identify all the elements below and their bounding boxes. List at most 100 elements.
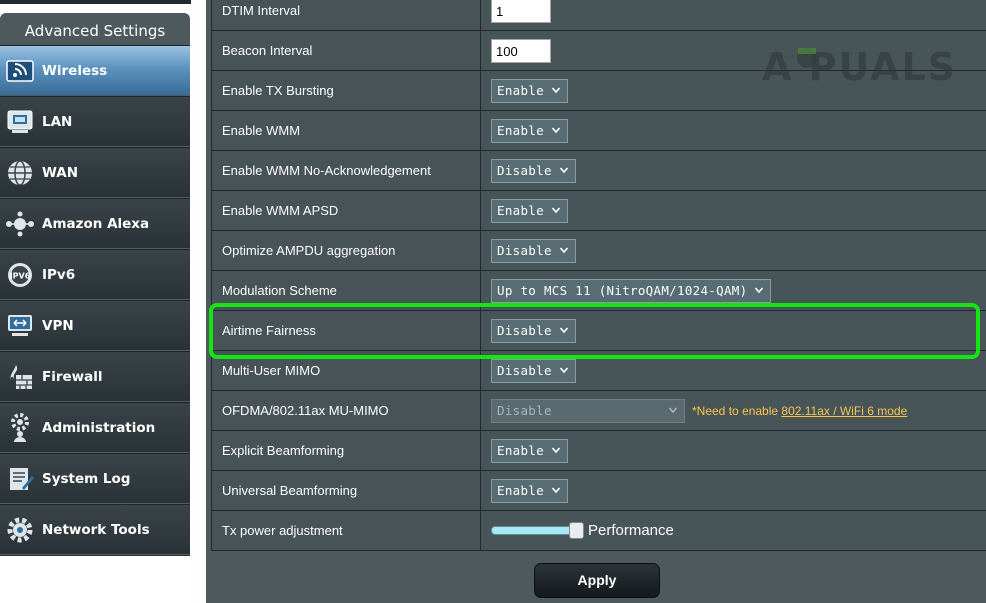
requirement-note: *Need to enable 802.11ax / WiFi 6 mode: [692, 404, 907, 418]
alexa-icon: [5, 209, 35, 239]
sidebar-top-strip: [0, 0, 191, 4]
setting-value-cell: 100: [480, 30, 986, 71]
setting-value-cell: Enable: [480, 470, 986, 511]
firewall-icon: [5, 362, 35, 392]
setting-label: Enable WMM APSD: [211, 190, 481, 231]
setting-value-cell: Enable: [480, 190, 986, 231]
setting-select[interactable]: Enable: [491, 198, 568, 223]
sidebar-item-wan[interactable]: WAN: [0, 147, 190, 198]
chevron-down-icon: [552, 163, 569, 178]
select-value: Disable: [497, 163, 552, 178]
gear-person-icon: [5, 412, 35, 443]
select-value: Enable: [497, 203, 544, 218]
setting-value-cell: Up to MCS 11 (NitroQAM/1024-QAM): [480, 270, 986, 311]
setting-row: DTIM Interval 1: [211, 0, 986, 31]
setting-label: Enable WMM No-Acknowledgement: [211, 150, 481, 191]
select-value: Enable: [497, 123, 544, 138]
setting-select[interactable]: Enable: [491, 118, 568, 143]
setting-text-input[interactable]: 100: [491, 38, 551, 63]
setting-select[interactable]: Disable: [491, 358, 576, 383]
sidebar-item-label: VPN: [42, 317, 74, 334]
setting-select: Disable: [491, 398, 685, 423]
setting-value-cell: Enable: [480, 110, 986, 151]
sidebar-item-administration[interactable]: Administration: [0, 402, 190, 453]
setting-row: Multi-User MIMO Disable: [211, 350, 986, 391]
setting-row: Enable WMM No-Acknowledgement Disable: [211, 150, 986, 191]
select-value: Disable: [497, 323, 552, 338]
lan-icon: [5, 107, 35, 137]
select-value: Enable: [497, 83, 544, 98]
setting-label: Enable WMM: [211, 110, 481, 151]
select-value: Enable: [497, 443, 544, 458]
setting-row: Tx power adjustment Performance: [211, 510, 986, 551]
sidebar-item-network-tools[interactable]: Network Tools: [0, 504, 190, 555]
setting-row: Explicit Beamforming Enable: [211, 430, 986, 471]
setting-row: Airtime Fairness Disable: [211, 310, 986, 351]
advanced-settings-menu: Advanced Settings Wireless LAN WAN Amazo…: [0, 13, 190, 556]
setting-row: Enable TX Bursting Enable: [211, 70, 986, 111]
setting-label: Explicit Beamforming: [211, 430, 481, 471]
chevron-down-icon: [544, 443, 561, 458]
sidebar-item-system-log[interactable]: System Log: [0, 453, 190, 504]
setting-select[interactable]: Disable: [491, 318, 576, 343]
setting-select[interactable]: Up to MCS 11 (NitroQAM/1024-QAM): [491, 278, 772, 303]
sidebar-item-vpn[interactable]: VPN: [0, 300, 190, 351]
wifi6-mode-link[interactable]: 802.11ax / WiFi 6 mode: [781, 404, 907, 418]
slider-thumb[interactable]: [569, 521, 584, 539]
log-icon: [5, 464, 35, 494]
setting-text-input[interactable]: 1: [491, 0, 551, 23]
apply-button[interactable]: Apply: [534, 563, 660, 598]
setting-select[interactable]: Enable: [491, 78, 568, 103]
setting-label: Beacon Interval: [211, 30, 481, 71]
sidebar-item-label: Firewall: [42, 368, 103, 385]
setting-value-cell: Disable: [480, 310, 986, 351]
sidebar-item-amazon-alexa[interactable]: Amazon Alexa: [0, 198, 190, 249]
select-value: Disable: [497, 363, 552, 378]
setting-select[interactable]: Disable: [491, 238, 576, 263]
wireless-icon: [5, 56, 35, 86]
setting-label: Multi-User MIMO: [211, 350, 481, 391]
setting-row: OFDMA/802.11ax MU-MIMO Disable *Need to en…: [211, 390, 986, 431]
svg-text:IPV6: IPV6: [10, 271, 31, 280]
chevron-down-icon: [552, 243, 569, 258]
wireless-professional-panel: DTIM Interval 1 Beacon Interval 100 Enable T…: [206, 0, 986, 603]
slider-track[interactable]: [491, 521, 584, 539]
ipv6-icon: IPV6: [5, 260, 35, 290]
setting-value-cell: Enable: [480, 70, 986, 111]
setting-select[interactable]: Disable: [491, 158, 576, 183]
sidebar-item-firewall[interactable]: Firewall: [0, 351, 190, 402]
vpn-icon: [5, 311, 35, 341]
setting-label: Modulation Scheme: [211, 270, 481, 311]
globe-icon: [5, 158, 35, 188]
setting-label: Airtime Fairness: [211, 310, 481, 351]
setting-value-cell: Disable *Need to enable 802.11ax / WiFi 6…: [480, 390, 986, 431]
setting-row: Modulation Scheme Up to MCS 11 (NitroQAM/…: [211, 270, 986, 311]
setting-select[interactable]: Enable: [491, 478, 568, 503]
sidebar-item-label: Network Tools: [42, 521, 150, 538]
setting-row: Optimize AMPDU aggregation Disable: [211, 230, 986, 271]
sidebar-item-label: Wireless: [42, 62, 108, 79]
sidebar-item-label: LAN: [42, 113, 73, 130]
setting-row: Enable WMM APSD Enable: [211, 190, 986, 231]
select-value: Disable: [497, 243, 552, 258]
sidebar-item-label: WAN: [42, 164, 79, 181]
chevron-down-icon: [747, 283, 764, 298]
select-value: Up to MCS 11 (NitroQAM/1024-QAM): [497, 283, 748, 298]
sidebar-item-label: Amazon Alexa: [42, 215, 150, 232]
sidebar-item-ipv6[interactable]: IPV6 IPv6: [0, 249, 190, 300]
sidebar-item-label: IPv6: [42, 266, 76, 283]
setting-label: Universal Beamforming: [211, 470, 481, 511]
setting-value-cell: Enable: [480, 430, 986, 471]
select-value: Enable: [497, 483, 544, 498]
setting-label: Optimize AMPDU aggregation: [211, 230, 481, 271]
setting-row: Beacon Interval 100: [211, 30, 986, 71]
setting-select[interactable]: Enable: [491, 438, 568, 463]
sidebar-item-wireless[interactable]: Wireless: [0, 45, 190, 96]
menu-title: Advanced Settings: [24, 22, 166, 40]
setting-value-cell: Disable: [480, 150, 986, 191]
note-text: *Need to enable: [692, 404, 782, 418]
select-value: Disable: [497, 403, 552, 418]
slider-value: Performance: [588, 521, 674, 539]
chevron-down-icon: [544, 483, 561, 498]
sidebar-item-lan[interactable]: LAN: [0, 96, 190, 147]
